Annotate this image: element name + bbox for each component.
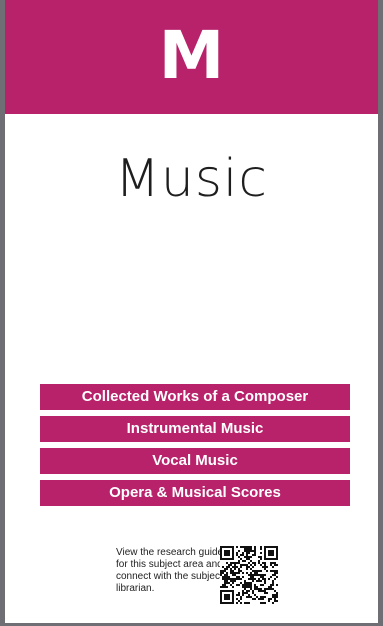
category-collected-works-button[interactable]: Collected Works of a Composer [40, 384, 350, 410]
category-instrumental-button[interactable]: Instrumental Music [40, 416, 350, 442]
category-list: Collected Works of a Composer Instrument… [40, 384, 350, 512]
page: M Music Collected Works of a Composer In… [5, 0, 378, 623]
page-title: Music [115, 149, 268, 209]
qr-code-icon[interactable] [220, 546, 278, 604]
category-vocal-button[interactable]: Vocal Music [40, 448, 350, 474]
footer-text: View the research guide for this subject… [116, 547, 224, 594]
header-banner: M [5, 0, 378, 114]
logo: M [158, 17, 225, 94]
category-opera-button[interactable]: Opera & Musical Scores [40, 480, 350, 506]
